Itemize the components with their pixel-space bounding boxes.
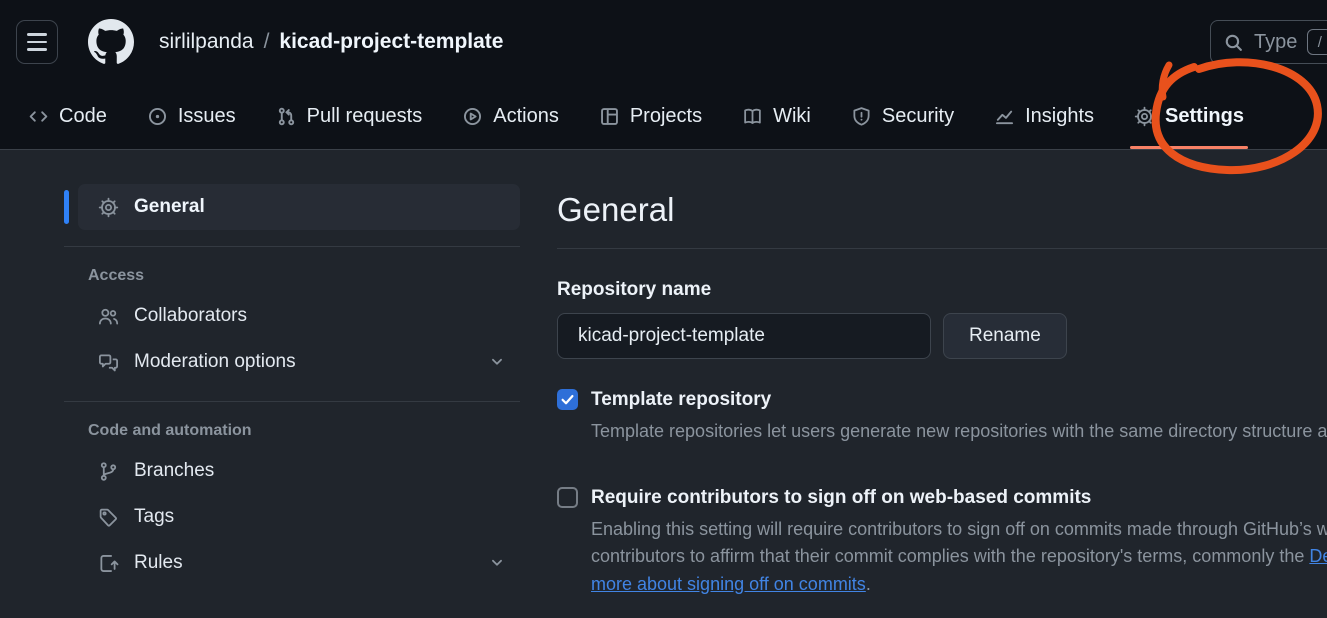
- page-title: General: [557, 188, 1327, 232]
- book-icon: [742, 106, 763, 127]
- sidebar-item-tags[interactable]: Tags: [78, 494, 520, 540]
- sidebar-divider: [64, 246, 520, 247]
- signoff-description-line-1: Enabling this setting will require contr…: [591, 516, 1327, 544]
- tag-icon: [98, 507, 119, 528]
- sidebar-item-moderation-options[interactable]: Moderation options: [78, 339, 520, 385]
- template-repository-checkbox[interactable]: [557, 389, 578, 410]
- tab-projects[interactable]: Projects: [599, 84, 702, 149]
- sidebar-item-label: Tags: [134, 506, 174, 528]
- repository-name-row: Rename: [557, 313, 1327, 359]
- signoff-checkbox[interactable]: [557, 487, 578, 508]
- checkmark-icon: [560, 392, 575, 407]
- chevron-down-icon: [488, 554, 506, 572]
- repository-name-input[interactable]: [557, 313, 931, 359]
- sidebar-item-label: Moderation options: [134, 351, 296, 373]
- chevron-down-icon: [488, 353, 506, 371]
- template-repository-setting: Template repository Template repositorie…: [557, 388, 1327, 446]
- breadcrumb-separator: /: [264, 30, 270, 54]
- hamburger-icon: [27, 33, 47, 35]
- sidebar-section-code-and-automation: Code and automation: [88, 422, 520, 440]
- graph-icon: [994, 106, 1015, 127]
- tab-actions[interactable]: Actions: [462, 84, 559, 149]
- signoff-learn-more-link[interactable]: more about signing off on commits: [591, 574, 866, 594]
- template-repository-label[interactable]: Template repository: [591, 388, 1327, 411]
- sidebar-item-label: General: [134, 196, 205, 218]
- rules-icon: [98, 553, 119, 574]
- gear-icon: [98, 197, 119, 218]
- signoff-label[interactable]: Require contributors to sign off on web-…: [591, 486, 1327, 509]
- active-tab-indicator: [1130, 146, 1248, 149]
- git-branch-icon: [98, 461, 119, 482]
- general-settings-panel: General Repository name Rename Template …: [557, 184, 1327, 598]
- sidebar-divider: [64, 401, 520, 402]
- slash-key-hint: /: [1307, 29, 1327, 55]
- github-logo[interactable]: [88, 19, 134, 65]
- github-settings-page: sirlilpanda / kicad-project-template Typ…: [0, 0, 1327, 618]
- issue-opened-icon: [147, 106, 168, 127]
- sidebar-item-label: Branches: [134, 460, 214, 482]
- table-icon: [599, 106, 620, 127]
- signoff-setting: Require contributors to sign off on web-…: [557, 486, 1327, 599]
- github-mark-icon: [88, 19, 134, 65]
- search-input[interactable]: Type /: [1210, 20, 1327, 64]
- search-placeholder: Type: [1254, 31, 1297, 54]
- template-repository-description: Template repositories let users generate…: [591, 418, 1327, 446]
- sidebar-section-access: Access: [88, 267, 520, 285]
- breadcrumb-owner[interactable]: sirlilpanda: [159, 30, 254, 54]
- breadcrumb: sirlilpanda / kicad-project-template: [159, 30, 503, 54]
- gear-icon: [1134, 106, 1155, 127]
- tab-code[interactable]: Code: [28, 84, 107, 149]
- selected-indicator: [64, 190, 69, 224]
- settings-sidebar: General Access Collaborators Moderation …: [64, 184, 520, 586]
- tab-insights[interactable]: Insights: [994, 84, 1094, 149]
- sidebar-item-label: Collaborators: [134, 305, 247, 327]
- sidebar-item-rules[interactable]: Rules: [78, 540, 520, 586]
- repository-name-label: Repository name: [557, 279, 1327, 301]
- hamburger-menu-button[interactable]: [16, 20, 58, 64]
- sidebar-item-branches[interactable]: Branches: [78, 448, 520, 494]
- tab-pull-requests[interactable]: Pull requests: [276, 84, 423, 149]
- signoff-description-line-2: contributors to affirm that their commit…: [591, 543, 1327, 571]
- tab-security[interactable]: Security: [851, 84, 954, 149]
- tab-wiki[interactable]: Wiki: [742, 84, 811, 149]
- sidebar-item-label: Rules: [134, 552, 183, 574]
- dco-link[interactable]: Developer Certificate of Origin (DCO): [1309, 546, 1327, 566]
- shield-icon: [851, 106, 872, 127]
- search-icon: [1223, 32, 1244, 53]
- comment-discussion-icon: [98, 352, 119, 373]
- settings-content: General Access Collaborators Moderation …: [0, 150, 1327, 598]
- repo-tab-bar: Code Issues Pull requests Actions Projec…: [0, 84, 1327, 150]
- tab-settings[interactable]: Settings: [1134, 84, 1244, 149]
- people-icon: [98, 306, 119, 327]
- play-icon: [462, 106, 483, 127]
- signoff-description-line-3: more about signing off on commits.: [591, 571, 1327, 599]
- git-pull-request-icon: [276, 106, 297, 127]
- sidebar-item-collaborators[interactable]: Collaborators: [78, 293, 520, 339]
- rename-button[interactable]: Rename: [943, 313, 1067, 359]
- section-divider: [557, 248, 1327, 249]
- code-icon: [28, 106, 49, 127]
- signoff-description: Enabling this setting will require contr…: [591, 516, 1327, 599]
- sidebar-item-general[interactable]: General: [78, 184, 520, 230]
- breadcrumb-repo[interactable]: kicad-project-template: [279, 30, 503, 54]
- global-header: sirlilpanda / kicad-project-template Typ…: [0, 0, 1327, 84]
- tab-issues[interactable]: Issues: [147, 84, 236, 149]
